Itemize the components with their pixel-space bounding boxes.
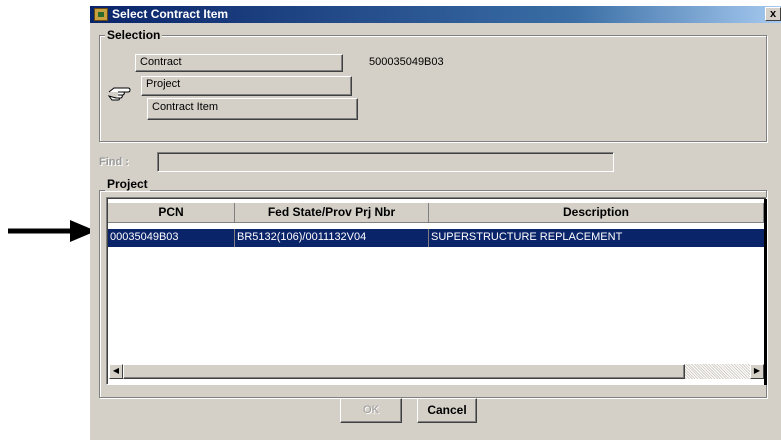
fed-nbr-cell: BR5132(106)/0011132V04 <box>235 229 429 247</box>
select-contract-item-dialog: Select Contract Item x Selection Contrac… <box>90 6 781 440</box>
scroll-right-button[interactable]: ▶ <box>750 364 764 379</box>
scroll-left-button[interactable]: ◀ <box>109 364 123 379</box>
column-header-description[interactable]: Description <box>429 203 764 223</box>
hand-pointer-icon <box>108 87 131 101</box>
close-button[interactable]: x <box>765 7 781 21</box>
column-header-pcn[interactable]: PCN <box>108 203 235 223</box>
cancel-button[interactable]: Cancel <box>417 398 477 423</box>
find-label: Find : <box>99 156 129 168</box>
table-row[interactable]: 00035049B03 BR5132(106)/0011132V04 SUPER… <box>108 229 764 247</box>
contract-button[interactable]: Contract <box>135 54 343 72</box>
description-cell: SUPERSTRUCTURE REPLACEMENT <box>431 231 623 243</box>
window-title: Select Contract Item <box>112 7 229 21</box>
selection-group-label: Selection <box>105 28 163 42</box>
contract-value: 500035049B03 <box>369 56 444 68</box>
project-grid[interactable] <box>106 197 767 385</box>
project-group-label: Project <box>105 177 150 191</box>
grid-right-shadow <box>764 199 767 385</box>
pcn-cell: 00035049B03 <box>108 229 235 247</box>
column-header-fed-nbr[interactable]: Fed State/Prov Prj Nbr <box>235 203 429 223</box>
app-icon <box>94 8 108 21</box>
contract-item-button[interactable]: Contract Item <box>147 98 358 120</box>
right-arrow-icon <box>8 220 96 242</box>
project-button[interactable]: Project <box>141 76 352 96</box>
find-input[interactable] <box>157 152 614 172</box>
ok-button[interactable]: OK <box>340 398 402 423</box>
title-bar: Select Contract Item x <box>90 6 781 23</box>
scroll-thumb[interactable] <box>123 364 685 379</box>
